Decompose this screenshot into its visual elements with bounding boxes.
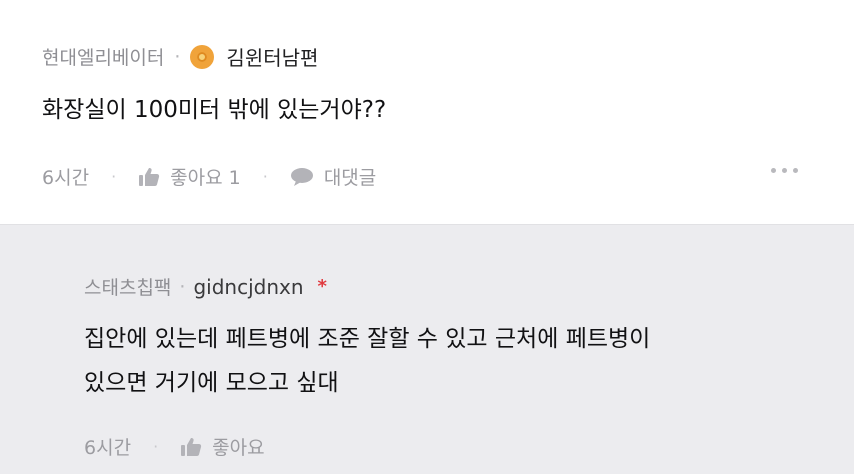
like-label: 좋아요 1 (170, 167, 241, 189)
reply-time: 6시간 (84, 437, 132, 459)
badge-icon (190, 44, 215, 69)
comment-actions: 6시간 · 좋아요 1 · 대댓글 (42, 163, 376, 190)
thumbs-up-icon (181, 437, 202, 456)
comment-card: 현대엘리베이터 · 김윈터남편 화장실이 100미터 밖에 있는거야?? 6시간… (0, 0, 854, 224)
like-label: 좋아요 (212, 437, 265, 459)
action-separator: · (153, 437, 159, 456)
speech-bubble-icon (290, 167, 313, 186)
comment-text: 화장실이 100미터 밖에 있는거야?? (42, 97, 387, 123)
company-name[interactable]: 스태츠칩팩 (84, 273, 171, 300)
meta-separator: · (179, 275, 186, 298)
action-separator: · (111, 167, 117, 186)
author-nickname[interactable]: 김윈터남편 (226, 42, 318, 71)
author-mark: * (317, 276, 327, 297)
meta-separator: · (174, 45, 181, 68)
reply-button[interactable]: 대댓글 (290, 163, 376, 190)
reply-label: 대댓글 (323, 167, 377, 189)
like-button[interactable]: 좋아요 1 (138, 163, 241, 190)
reply-meta: 스태츠칩팩 · gidncjdnxn * (84, 273, 327, 300)
author-nickname[interactable]: gidncjdnxn (193, 275, 303, 299)
comment-meta: 현대엘리베이터 · 김윈터남편 (42, 42, 318, 71)
reply-card: 스태츠칩팩 · gidncjdnxn * 집안에 있는데 페트병에 조준 잘할 … (0, 224, 854, 474)
reply-text-line: 집안에 있는데 페트병에 조준 잘할 수 있고 근처에 페트병이 (84, 326, 651, 352)
reply-text: 집안에 있는데 페트병에 조준 잘할 수 있고 근처에 페트병이 있으면 거기에… (84, 317, 650, 405)
more-dots-icon[interactable] (771, 168, 798, 173)
comment-time: 6시간 (42, 167, 90, 189)
reply-actions: 6시간 · 좋아요 (84, 433, 265, 460)
action-separator: · (262, 167, 268, 186)
company-name[interactable]: 현대엘리베이터 (42, 43, 164, 70)
thumbs-up-icon (139, 167, 160, 186)
reply-text-line: 있으면 거기에 모으고 싶대 (84, 370, 339, 396)
like-button[interactable]: 좋아요 (180, 433, 265, 460)
